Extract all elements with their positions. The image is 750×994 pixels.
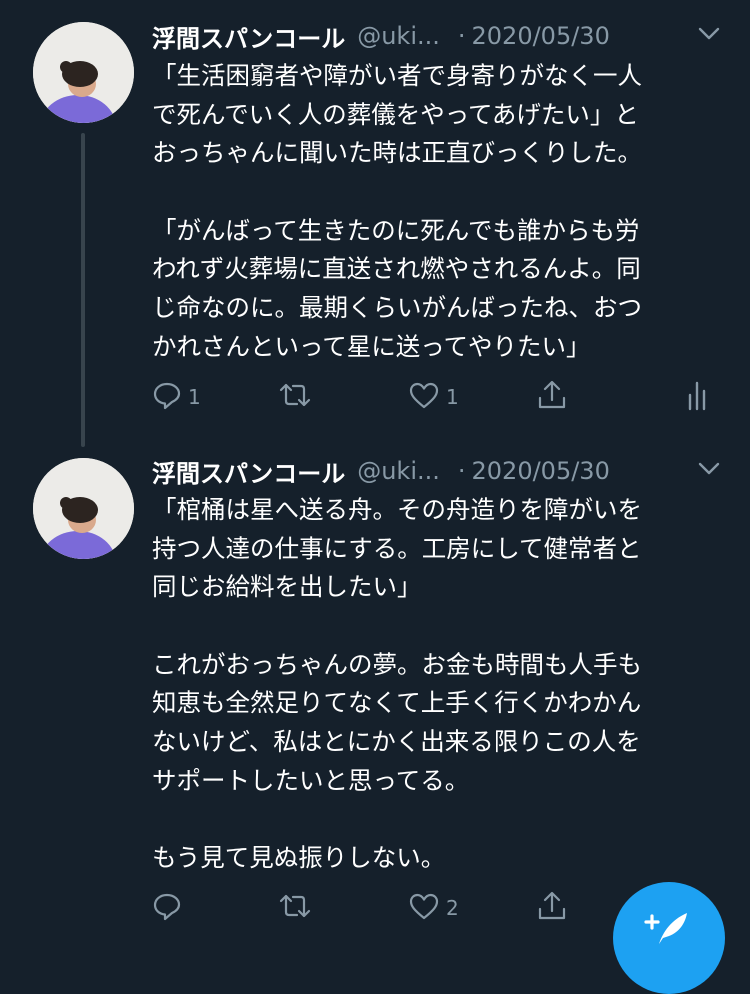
retweet-icon: [277, 380, 313, 414]
like-button[interactable]: 1: [408, 377, 459, 417]
share-button[interactable]: [536, 888, 568, 928]
tweet-date[interactable]: 2020/05/30: [472, 457, 610, 485]
tweet-text-line: 知恵も全然足りてなくて上手く行くかわかん: [152, 688, 642, 718]
avatar[interactable]: [33, 458, 134, 559]
like-button[interactable]: 2: [408, 888, 459, 928]
tweet-actions: 1 1: [152, 377, 722, 417]
separator-dot: ·: [457, 22, 466, 50]
reply-button[interactable]: 1: [152, 377, 201, 417]
share-icon: [536, 890, 568, 926]
tweet-date[interactable]: 2020/05/30: [472, 22, 610, 50]
retweet-button[interactable]: [277, 888, 319, 928]
tweet-text-line: 「生活困窮者や障がい者で身寄りがなく一人: [152, 61, 642, 90]
analytics-button[interactable]: [687, 377, 711, 417]
user-handle[interactable]: @uki...: [357, 22, 440, 50]
tweet-text-line: じ命なのに。最期くらいがんばったね、おつ: [152, 293, 642, 323]
thread-connector-line: [81, 133, 85, 447]
share-button[interactable]: [536, 377, 568, 417]
compose-tweet-button[interactable]: [613, 882, 725, 994]
like-icon: [408, 891, 440, 925]
display-name[interactable]: 浮間スパンコール: [152, 19, 345, 54]
like-icon: [408, 380, 440, 414]
retweet-icon: [277, 891, 313, 925]
like-count: 2: [446, 896, 459, 920]
reply-count: 1: [188, 385, 201, 409]
avatar[interactable]: [33, 22, 134, 123]
analytics-icon: [687, 379, 711, 415]
chevron-down-icon[interactable]: [698, 461, 720, 480]
reply-icon: [152, 380, 182, 414]
chevron-down-icon[interactable]: [698, 26, 720, 45]
tweet-text: 「棺桶は星へ送る舟。その舟造りを障がいを 持つ人達の仕事にする。工房にして健常者…: [152, 491, 732, 878]
compose-tweet-icon: [644, 913, 687, 944]
tweet-text-line: 「棺桶は星へ送る舟。その舟造りを障がいを: [152, 495, 642, 524]
tweet-text-line: サポートしたいと思ってる。: [152, 765, 470, 795]
separator-dot: ·: [457, 457, 466, 485]
tweet-text-line: ないけど、私はとにかく出来る限りこの人を: [152, 727, 641, 757]
tweet-text-line: で死んでいく人の葬儀をやってあげたい」と: [152, 99, 639, 129]
tweet-text-line: もう見て見ぬ振りしない。: [152, 843, 446, 873]
share-icon: [536, 379, 568, 415]
like-count: 1: [446, 385, 459, 409]
retweet-button[interactable]: [277, 377, 319, 417]
display-name[interactable]: 浮間スパンコール: [152, 454, 345, 489]
tweet-text-line: われず火葬場に直送され燃やされるんよ。同: [152, 254, 641, 284]
tweet-text-line: おっちゃんに聞いた時は正直びっくりした。: [152, 138, 642, 168]
tweet-text-line: 「がんばって生きたのに死んでも誰からも労: [152, 215, 640, 245]
tweet-text-line: これがおっちゃんの夢。お金も時間も人手も: [152, 649, 642, 679]
reply-button[interactable]: [152, 888, 188, 928]
tweet-text-line: 同じお給料を出したい」: [152, 572, 422, 602]
tweet-text-line: 持つ人達の仕事にする。工房にして健常者と: [152, 533, 642, 563]
tweet-text: 「生活困窮者や障がい者で身寄りがなく一人 で死んでいく人の葬儀をやってあげたい」…: [152, 57, 732, 367]
user-handle[interactable]: @uki...: [357, 457, 440, 485]
reply-icon: [152, 891, 182, 925]
tweet-text-line: かれさんといって星に送ってやりたい」: [152, 331, 591, 361]
